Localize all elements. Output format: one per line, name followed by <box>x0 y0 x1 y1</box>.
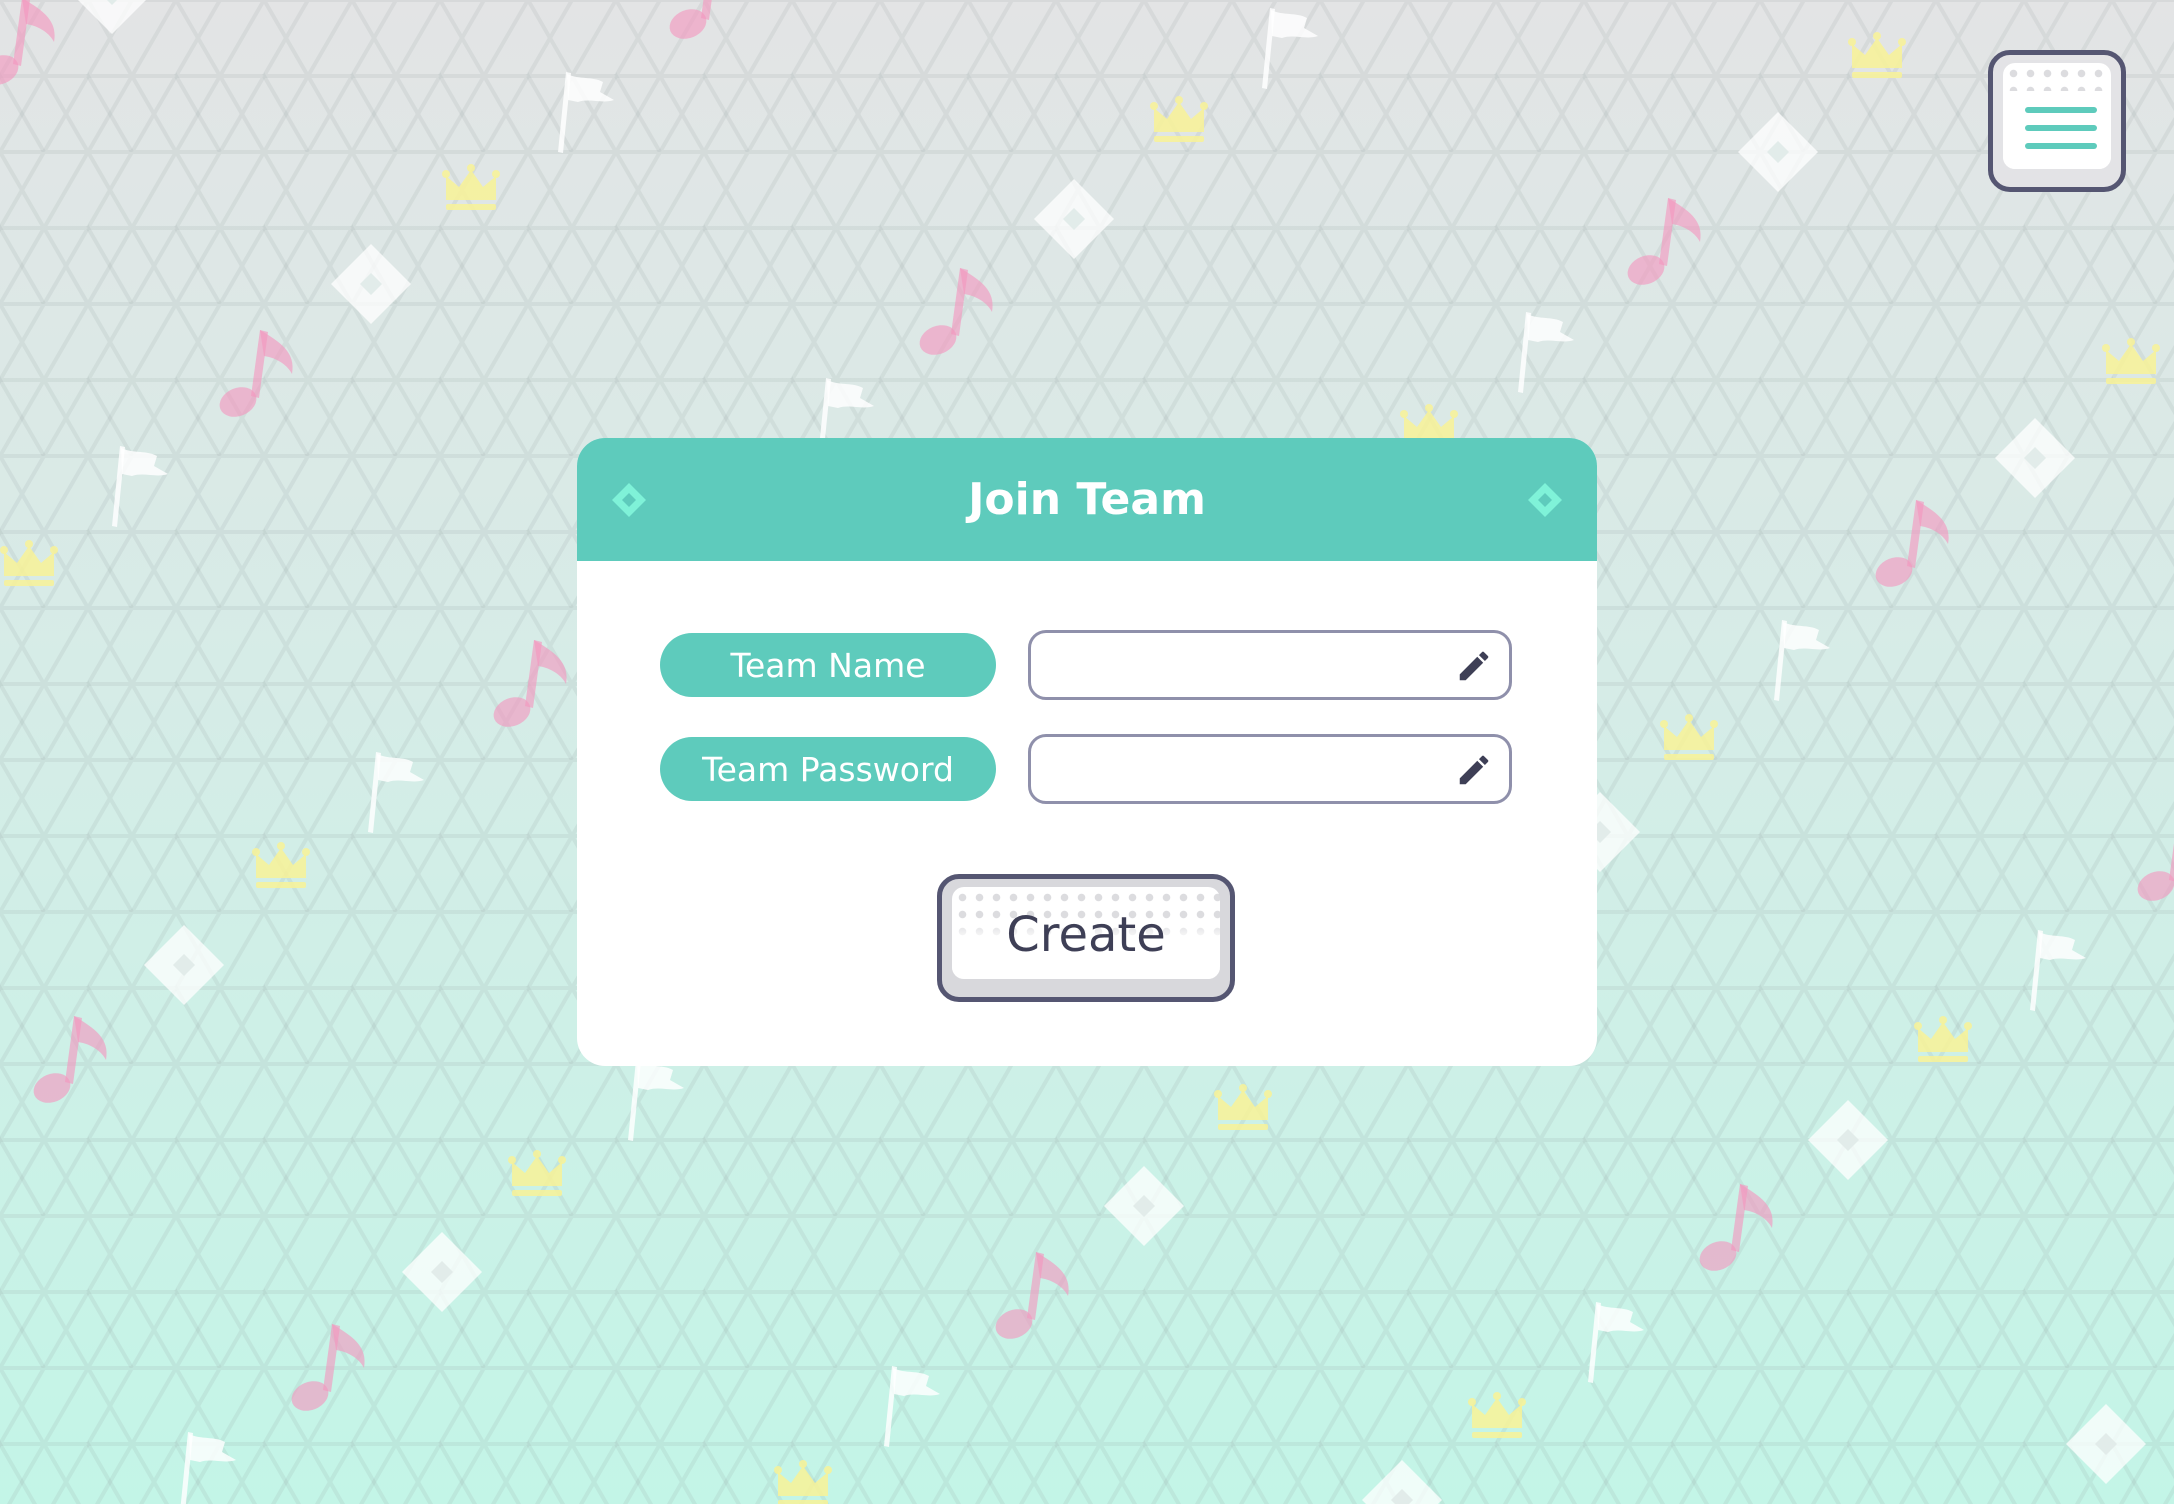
create-button-label: Create <box>1006 907 1166 963</box>
team-name-input[interactable] <box>1047 641 1441 691</box>
hamburger-menu-icon <box>2025 107 2097 113</box>
dialog-header: Join Team <box>577 438 1597 561</box>
diamond-icon <box>612 483 646 517</box>
team-password-field[interactable] <box>1028 734 1512 804</box>
pencil-icon[interactable] <box>1455 751 1493 789</box>
diamond-icon <box>1528 483 1562 517</box>
pencil-icon[interactable] <box>1455 647 1493 685</box>
team-password-label: Team Password <box>660 737 996 801</box>
dialog-title: Join Team <box>968 474 1206 525</box>
menu-button[interactable] <box>1988 50 2126 192</box>
team-password-input[interactable] <box>1047 745 1441 795</box>
team-name-row: Team Name <box>660 630 1512 700</box>
team-password-row: Team Password <box>660 734 1512 804</box>
team-name-label: Team Name <box>660 633 996 697</box>
create-button[interactable]: Create <box>937 874 1235 1002</box>
team-name-field[interactable] <box>1028 630 1512 700</box>
join-team-dialog: Join Team Team Name Team Password Create <box>577 438 1597 1066</box>
menu-button-face <box>2003 63 2111 169</box>
